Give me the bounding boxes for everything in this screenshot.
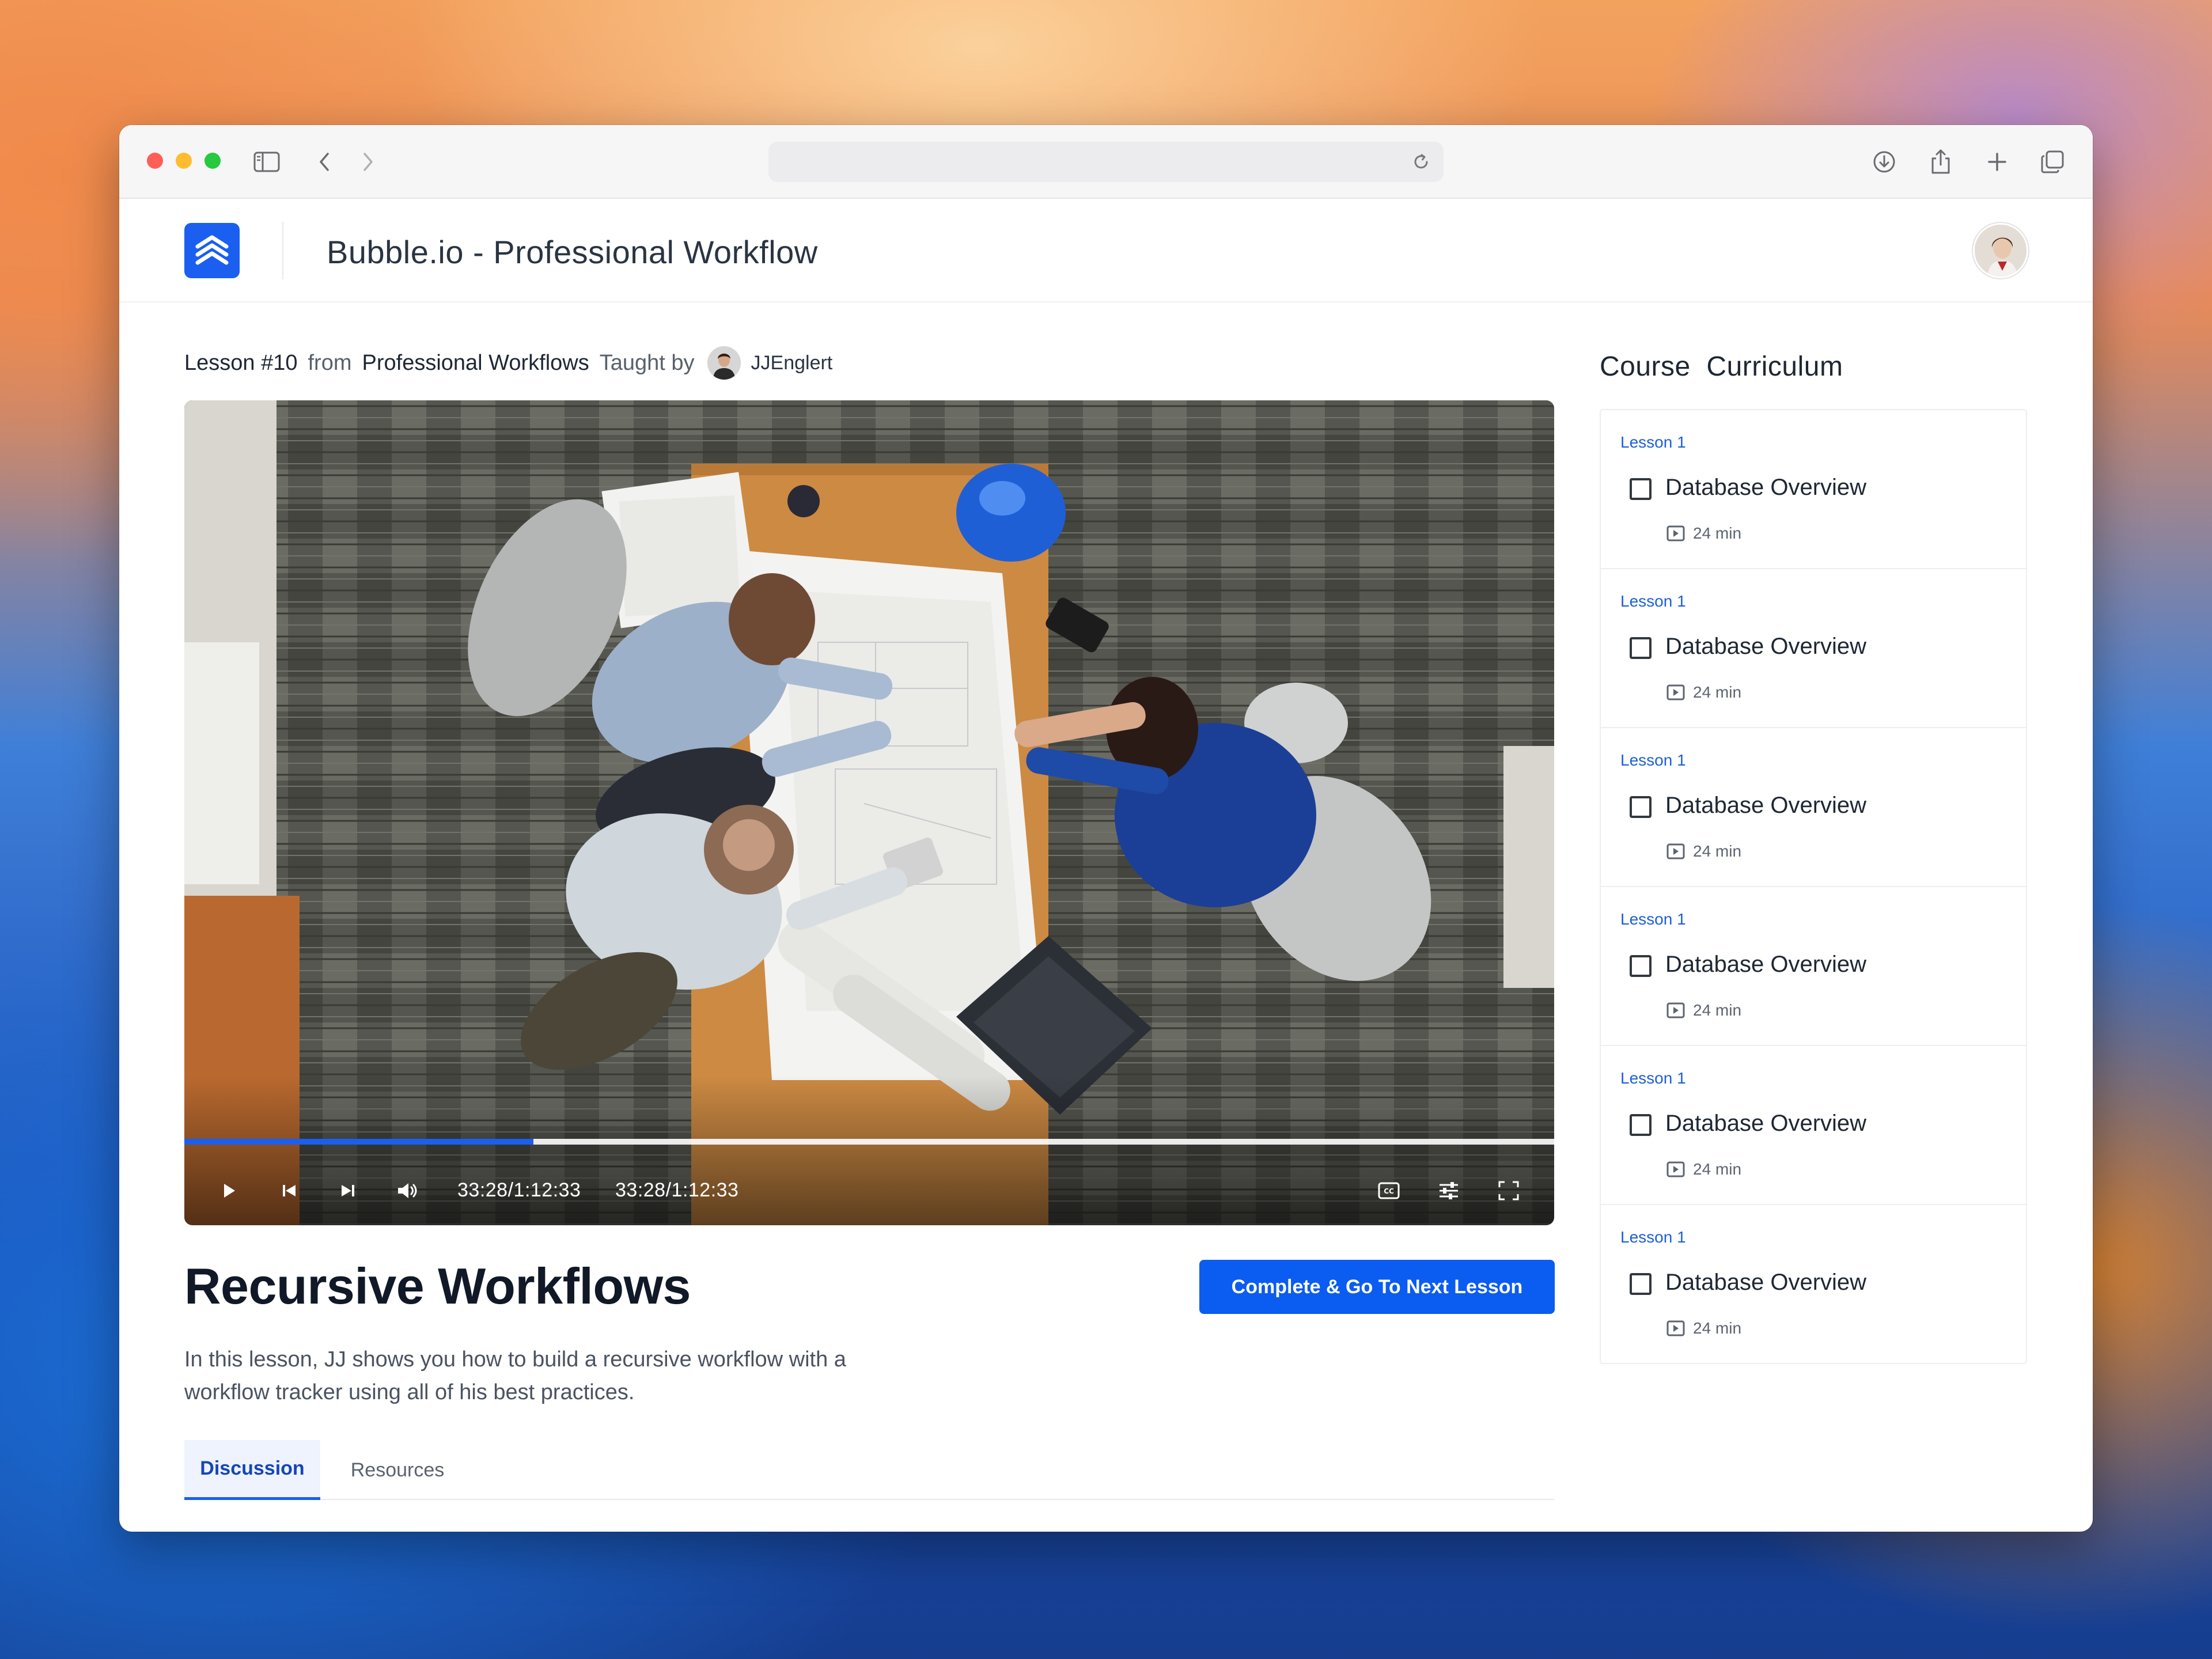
teacher-name-link[interactable]: JJEnglert [751, 352, 833, 374]
curriculum-item-lesson: Lesson 1 [1620, 1069, 1686, 1087]
app-header: Bubble.io - Professional Workflow [119, 199, 2093, 302]
app-title: Bubble.io - Professional Workflow [327, 234, 818, 270]
curriculum-item-lesson: Lesson 1 [1620, 592, 1686, 610]
curriculum-item[interactable]: Lesson 1 Database Overview 24 min [1601, 728, 2026, 887]
from-label: from [308, 350, 352, 375]
curriculum-item-duration: 24 min [1693, 524, 1742, 542]
curriculum-item-name[interactable]: Database Overview [1665, 475, 1866, 501]
curriculum-item-name[interactable]: Database Overview [1665, 634, 1866, 660]
taught-by-label: Taught by [599, 350, 695, 375]
curriculum-item-lesson: Lesson 1 [1620, 1228, 1686, 1246]
curriculum-item-lesson: Lesson 1 [1620, 433, 1686, 451]
lesson-complete-checkbox[interactable] [1630, 478, 1652, 500]
volume-icon[interactable] [394, 1172, 423, 1209]
video-play-icon [1666, 843, 1685, 859]
lesson-complete-checkbox[interactable] [1630, 1114, 1652, 1136]
zoom-window-button[interactable] [204, 153, 221, 169]
video-player[interactable]: 33:28/1:12:33 33:28/1:12:33 CC [184, 400, 1554, 1225]
skip-forward-icon[interactable] [335, 1172, 361, 1209]
video-play-icon [1666, 525, 1685, 541]
lesson-complete-checkbox[interactable] [1630, 1273, 1652, 1295]
closed-captions-icon[interactable]: CC [1374, 1172, 1403, 1209]
curriculum-item-name[interactable]: Database Overview [1665, 793, 1866, 819]
settings-sliders-icon[interactable] [1434, 1172, 1463, 1209]
video-play-icon [1666, 1161, 1685, 1177]
forward-arrow-icon[interactable] [353, 147, 383, 177]
lesson-tabs: Discussion Resources [184, 1440, 1554, 1500]
curriculum-item[interactable]: Lesson 1 Database Overview 24 min [1601, 887, 2026, 1046]
tab-discussion[interactable]: Discussion [184, 1440, 320, 1500]
curriculum-item-duration: 24 min [1693, 1160, 1742, 1178]
close-window-button[interactable] [147, 153, 163, 169]
bubble-logo-icon[interactable] [184, 223, 240, 278]
browser-toolbar [119, 125, 2093, 199]
complete-next-lesson-button[interactable]: Complete & Go To Next Lesson [1199, 1260, 1555, 1314]
lesson-complete-checkbox[interactable] [1630, 637, 1652, 659]
fullscreen-icon[interactable] [1494, 1172, 1523, 1209]
tab-resources[interactable]: Resources [346, 1440, 449, 1500]
skip-back-icon[interactable] [276, 1172, 302, 1209]
address-bar[interactable] [768, 142, 1444, 182]
sidebar-toggle-icon[interactable] [252, 147, 282, 177]
lesson-description: In this lesson, JJ shows you how to buil… [184, 1347, 846, 1404]
lesson-number: Lesson #10 [184, 350, 298, 375]
curriculum-item-duration: 24 min [1693, 1319, 1742, 1337]
video-controls: 33:28/1:12:33 33:28/1:12:33 CC [184, 1172, 1554, 1209]
curriculum-item-lesson: Lesson 1 [1620, 910, 1686, 928]
video-play-icon [1666, 684, 1685, 700]
lesson-complete-checkbox[interactable] [1630, 955, 1652, 977]
curriculum-title: Course Curriculum [1600, 351, 1843, 382]
curriculum-item-name[interactable]: Database Overview [1665, 1270, 1866, 1296]
curriculum-item-duration: 24 min [1693, 842, 1742, 860]
curriculum-item-duration: 24 min [1693, 683, 1742, 701]
browser-window: Bubble.io - Professional Workflow Lesson… [119, 125, 2093, 1532]
back-arrow-icon[interactable] [309, 147, 339, 177]
tab-overview-icon[interactable] [2037, 147, 2067, 177]
reload-icon[interactable] [1407, 147, 1435, 176]
video-play-icon [1666, 1002, 1685, 1018]
lesson-title: Recursive Workflows [184, 1257, 691, 1315]
lesson-meta: Lesson #10 from Professional Workflows T… [184, 346, 832, 380]
window-controls [147, 153, 221, 169]
curriculum-item-name[interactable]: Database Overview [1665, 1111, 1866, 1137]
play-icon[interactable] [217, 1172, 242, 1209]
video-time-remaining: 33:28/1:12:33 [615, 1179, 739, 1201]
teacher-avatar[interactable] [707, 346, 741, 380]
curriculum-item-lesson: Lesson 1 [1620, 751, 1686, 769]
video-progress-fill [184, 1139, 534, 1145]
lesson-complete-checkbox[interactable] [1630, 796, 1652, 818]
video-progress-bar[interactable] [184, 1139, 1554, 1145]
curriculum-item[interactable]: Lesson 1 Database Overview 24 min [1601, 569, 2026, 728]
downloads-icon[interactable] [1869, 147, 1899, 177]
share-icon[interactable] [1926, 147, 1956, 177]
video-time-current: 33:28/1:12:33 [457, 1179, 581, 1201]
svg-text:CC: CC [1384, 1187, 1394, 1195]
minimize-window-button[interactable] [176, 153, 192, 169]
curriculum-item[interactable]: Lesson 1 Database Overview 24 min [1601, 1046, 2026, 1205]
curriculum-item-name[interactable]: Database Overview [1665, 952, 1866, 978]
user-avatar[interactable] [1973, 223, 2028, 278]
curriculum-item-duration: 24 min [1693, 1001, 1742, 1019]
curriculum-item[interactable]: Lesson 1 Database Overview 24 min [1601, 1205, 2026, 1363]
course-name-link[interactable]: Professional Workflows [362, 351, 589, 376]
curriculum-item[interactable]: Lesson 1 Database Overview 24 min [1601, 410, 2026, 569]
new-tab-plus-icon[interactable] [1982, 147, 2012, 177]
curriculum-list: Lesson 1 Database Overview 24 min Lesson… [1600, 409, 2027, 1364]
header-divider [282, 222, 283, 279]
video-play-icon [1666, 1320, 1685, 1336]
